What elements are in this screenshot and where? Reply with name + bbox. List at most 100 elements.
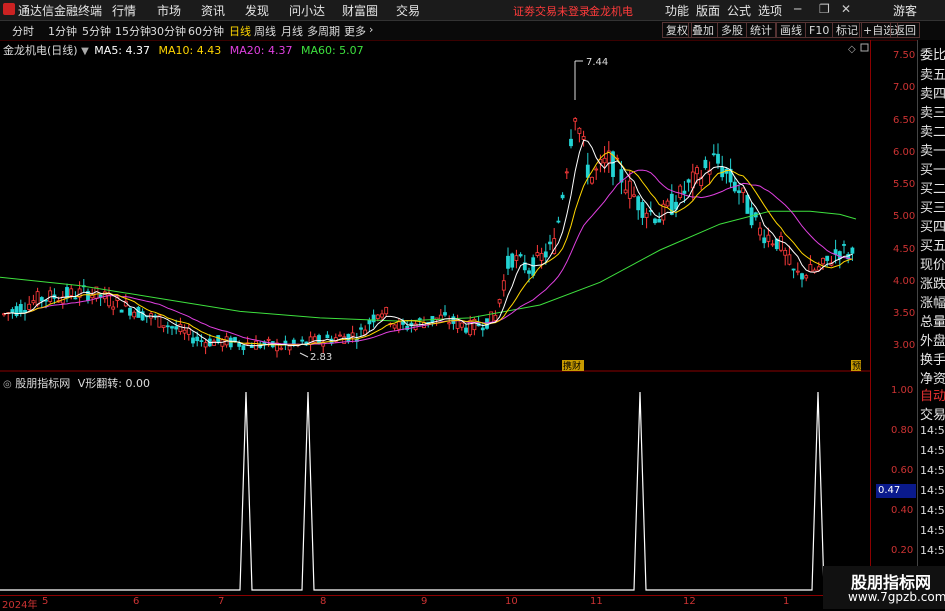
candle-body [128,307,132,316]
period-15min[interactable]: 15分钟 [115,23,151,39]
period-fenshi[interactable]: 分时 [12,23,34,39]
candle-body [556,220,561,223]
login-notice[interactable]: 证劵交易未登录 [513,3,590,19]
current-value-tag: 0.47 [876,484,916,498]
candle-body [182,329,187,334]
stock-name: 金龙机电 [589,5,633,18]
candle-body [170,326,174,329]
menu-gongshi[interactable]: 公式 [727,2,751,19]
menu-caifuquan[interactable]: 财富圈 [342,2,378,19]
btn-duogu[interactable]: 多股 [717,22,747,38]
chevron-right-icon[interactable]: › [369,23,373,36]
close-icon[interactable]: ✕ [841,2,851,16]
period-daily[interactable]: 日线 [229,23,251,39]
candle-body [527,270,531,274]
period-monthly[interactable]: 月线 [281,23,303,39]
candlestick-chart[interactable]: 7.44 2.83 携财 预 ◇ [0,40,870,372]
menu-jiaoyi[interactable]: 交易 [396,2,420,19]
candle-body [18,304,23,313]
candle-body [581,136,586,140]
indicator-chart[interactable] [0,372,870,594]
side-label: 卖一 [920,144,945,159]
period-5min[interactable]: 5分钟 [82,23,111,39]
maximize-pane-icon[interactable] [860,43,869,52]
restore-icon[interactable]: ❐ [819,2,830,16]
candle-body [594,168,599,171]
candle-body [640,202,645,218]
candle-body [392,324,397,329]
candle-body [623,189,628,194]
candle-body [325,334,330,339]
event-label-yu[interactable]: 预 [852,361,861,372]
candle-body [800,273,804,280]
candle-body [850,247,855,254]
candle-body [35,291,40,306]
candle-body [199,340,204,342]
ma5-label: MA5: 4.37 [94,44,151,57]
candle-body [737,190,741,194]
candle-body [443,312,447,316]
menu-banmian[interactable]: 版面 [696,2,720,19]
candle-body [165,325,170,328]
quote-side-panel: 委比 卖五 卖四 卖三 卖二 卖一 买一 买二 买三 买四 买五 现价 涨跌 涨… [917,40,945,595]
auto-trade-toggle[interactable]: 自动 [920,385,945,404]
menu-wenxiaoda[interactable]: 问小达 [289,2,325,19]
high-label: 7.44 [586,57,608,68]
btn-biaoji[interactable]: 标记 [832,22,862,38]
candle-body [665,200,670,207]
menu-shichang[interactable]: 市场 [157,2,181,19]
btn-tongji[interactable]: 统计 [746,22,776,38]
side-label[interactable]: 委比 [920,44,945,63]
candle-body [438,314,443,320]
trade-label[interactable]: 交易 [920,404,945,423]
candle-body [518,254,523,257]
btn-huaxian[interactable]: 画线 [776,22,806,38]
candle-body [825,255,830,261]
menu-hangqing[interactable]: 行情 [112,2,136,19]
menu-xuanxiang[interactable]: 选项 [758,2,782,19]
app-title: 通达信金融终端 [18,4,103,18]
low-label: 2.83 [310,352,332,363]
candle-body [480,327,485,331]
candle-body [745,195,750,214]
candle-body [317,335,321,344]
candle-body [602,157,607,164]
candle-body [300,339,305,342]
candle-body [497,299,502,304]
period-weekly[interactable]: 周线 [254,23,276,39]
event-label-xiecai[interactable]: 携财 [563,360,581,372]
price-axis: 7.50 7.00 6.50 6.00 5.50 5.00 4.50 4.00 … [870,40,917,595]
candle-body [107,294,111,307]
ind-y-tick: 1.00 [891,385,914,396]
y-tick: 3.50 [893,308,916,319]
menu-faxian[interactable]: 发现 [245,2,269,19]
tick-time: 14:56 [920,484,945,497]
candle-body [69,288,74,296]
period-1min[interactable]: 1分钟 [48,23,77,39]
chevron-down-icon[interactable]: ▼ [81,46,89,57]
period-bar: 分时 1分钟 5分钟 15分钟 30分钟 60分钟 日线 周线 月线 多周期 更… [0,21,945,41]
menu-zixun[interactable]: 资讯 [201,2,225,19]
menu-gongneng[interactable]: 功能 [665,2,689,19]
side-label: 涨跌 [920,277,945,292]
side-label: 卖四 [920,87,945,102]
diamond-icon[interactable]: ◇ [848,44,856,55]
candle-body [27,303,32,310]
period-more[interactable]: 更多 [344,23,366,39]
gear-icon[interactable]: ◎ [3,379,12,390]
btn-f10[interactable]: F10 [805,22,834,38]
user-label[interactable]: 游客 [893,2,917,19]
candle-body [241,345,246,351]
minimize-icon[interactable]: ─ [794,2,801,16]
indicator-title[interactable]: 股朋指标网 [15,377,70,390]
candle-body [678,185,683,198]
btn-diejia[interactable]: 叠加 [688,22,718,38]
side-label: 卖三 [920,106,945,121]
period-30min[interactable]: 30分钟 [150,23,186,39]
period-multi[interactable]: 多周期 [307,23,340,39]
x-tick: 1 [783,596,790,607]
candle-body [350,332,355,337]
candle-body [795,270,800,273]
period-60min[interactable]: 60分钟 [188,23,224,39]
btn-back[interactable]: 返回 [890,22,920,38]
